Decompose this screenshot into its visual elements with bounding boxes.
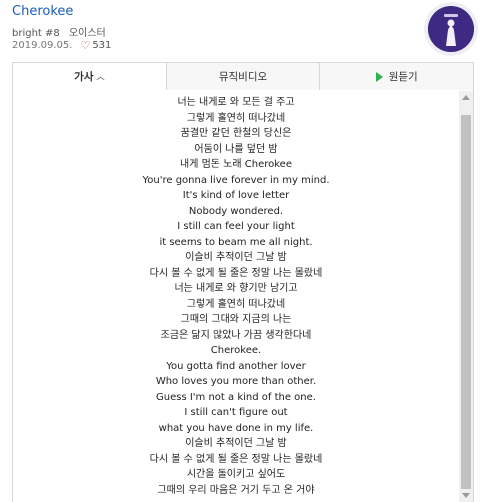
song-header: Cherokee bright #8 오이스터 2019.09.05. ♡ 53… <box>0 0 480 62</box>
lyric-line: 어둠이 나를 덮던 밤 <box>194 143 278 155</box>
release-date: 2019.09.05. <box>12 40 73 51</box>
tab-lyrics[interactable]: 가사 ︿ <box>13 63 166 90</box>
lyric-line: 조금은 닮지 않았나 가끔 생각한다네 <box>160 329 312 341</box>
lyrics-panel: 가사 ︿ 뮤직비디오 원듣기 너는 내게로 와 모든 걸 주고 그렇게 홀연히 … <box>12 62 474 502</box>
song-title[interactable]: Cherokee <box>12 4 73 19</box>
lyric-line: it seems to beam me all night. <box>159 236 313 248</box>
tab-listen[interactable]: 원듣기 <box>319 63 474 90</box>
lyric-line: Guess I'm not a kind of the one. <box>156 391 316 403</box>
lyric-line: 그때의 그대와 지금의 나는 <box>180 314 292 325</box>
lyric-line: 이슬비 추적이던 그날 밤 <box>185 252 287 263</box>
heart-icon[interactable]: ♡ <box>80 40 90 51</box>
tab-lyrics-label: 가사 <box>74 71 94 83</box>
lyric-line: You gotta find another lover <box>166 360 306 372</box>
scroll-down-arrow-icon[interactable] <box>459 489 473 501</box>
lyric-line: 이슬비 추적이던 그날 밤 <box>185 438 287 449</box>
date-like-row: 2019.09.05. ♡ 531 <box>12 40 111 51</box>
track-number: bright #8 <box>12 28 60 39</box>
lyric-line: 그렇게 홀연히 떠나갔네 <box>186 298 286 310</box>
lyric-line: what you have done in my life. <box>158 422 314 434</box>
lyrics-scrollbar[interactable] <box>459 91 473 502</box>
lyric-line: Who loves you more than other. <box>155 376 317 387</box>
lyrics-content[interactable]: 너는 내게로 와 모든 걸 주고 그렇게 홀연히 떠나갔네 꿈결만 같던 한철의… <box>13 91 459 502</box>
lyric-line: Cherokee. <box>210 345 262 356</box>
lyric-line: 그렇게 홀연히 떠나갔네 <box>186 112 286 124</box>
lyric-line: Nobody wondered. <box>188 205 284 217</box>
lyric-line: You're gonna live forever in my mind. <box>142 174 330 186</box>
like-count: 531 <box>92 40 112 51</box>
scroll-thumb[interactable] <box>461 115 471 489</box>
chevron-up-icon: ︿ <box>96 72 105 81</box>
album-art[interactable] <box>424 2 478 56</box>
tab-bar: 가사 ︿ 뮤직비디오 원듣기 <box>13 63 474 90</box>
scroll-up-arrow-icon[interactable] <box>459 91 473 103</box>
lyric-line: 내게 멈돈 노래 Cherokee <box>180 159 292 170</box>
song-meta: bright #8 오이스터 <box>12 24 112 39</box>
tab-listen-label: 원듣기 <box>388 71 418 83</box>
tab-music-video[interactable]: 뮤직비디오 <box>165 63 320 90</box>
lyric-line: 너는 내게로 와 모든 걸 주고 <box>177 97 295 108</box>
lyric-line: 그때의 우리 마음은 거기 두고 온 거야 <box>157 484 315 496</box>
lyric-line: It's kind of love letter <box>182 190 290 201</box>
album-art-image <box>428 6 474 52</box>
lyric-line: 다시 볼 수 없게 될 줄은 정말 나는 몰랐네 <box>149 267 323 279</box>
lyric-line: 꿈결만 같던 한철의 당신은 <box>180 128 292 139</box>
lyric-line: 다시 볼 수 없게 될 줄은 정말 나는 몰랐네 <box>149 453 323 465</box>
play-icon <box>375 71 383 82</box>
lyric-line: I still can feel your light <box>177 221 295 232</box>
lyric-line: 시간을 돌이키고 싶어도 <box>186 469 286 480</box>
lyric-line: I still can't figure out <box>184 407 288 418</box>
lyric-line: 너는 내게로 와 향기만 남기고 <box>174 283 298 294</box>
tab-music-video-label: 뮤직비디오 <box>218 71 268 83</box>
artist-name[interactable]: 오이스터 <box>69 28 106 39</box>
album-art-illustration <box>428 6 474 52</box>
